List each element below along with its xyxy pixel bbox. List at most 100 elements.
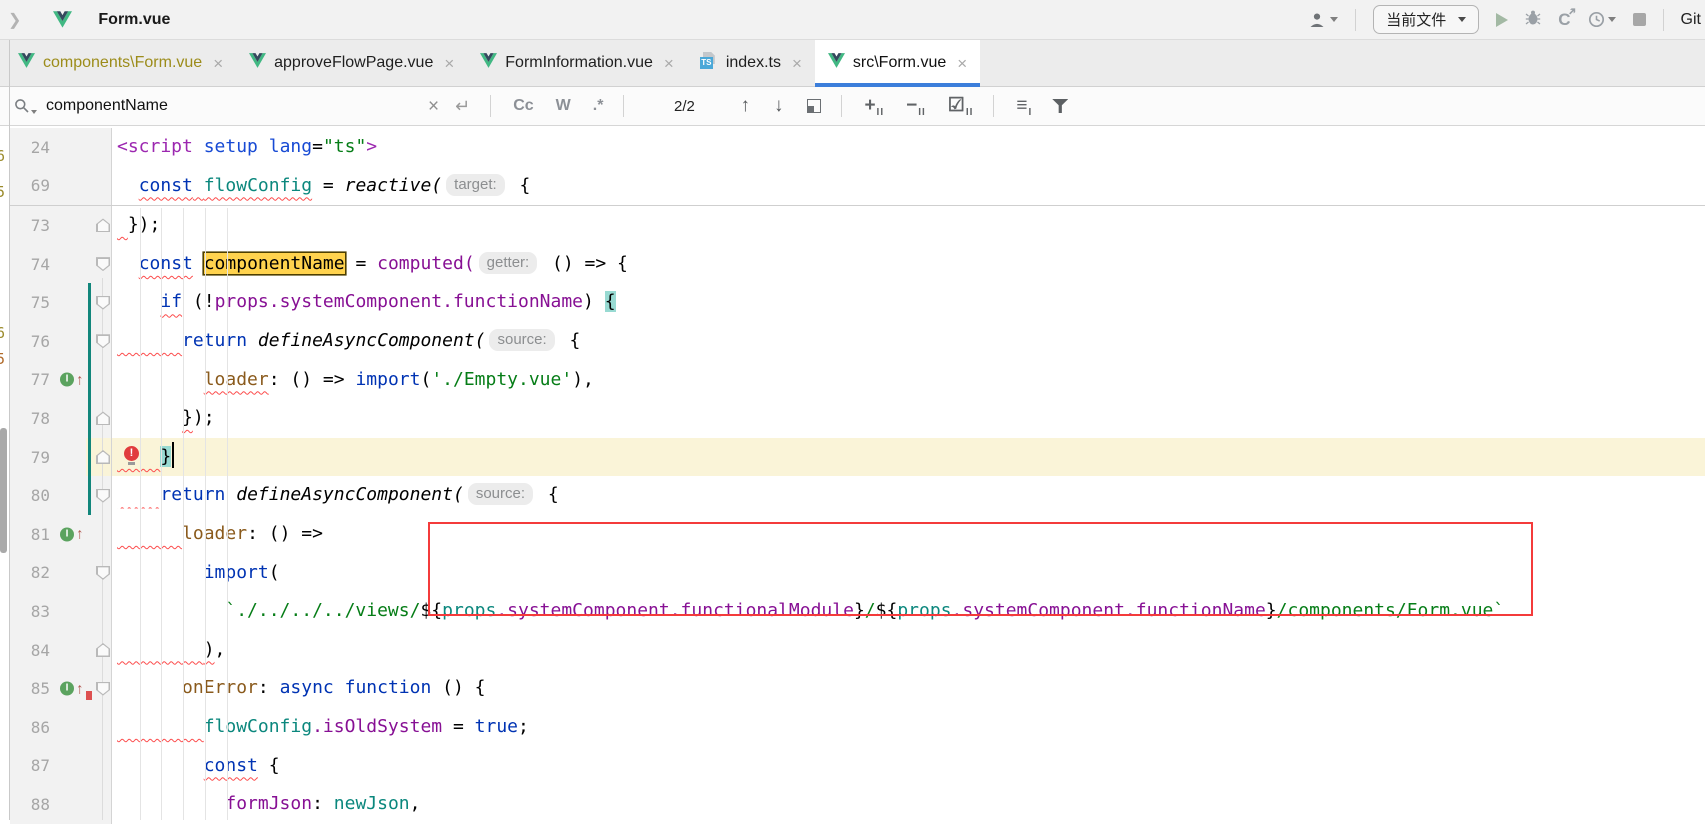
code-line-74[interactable]: 74 const componentName = computed(getter… xyxy=(10,245,1705,284)
gutter[interactable]: 75 xyxy=(10,283,112,322)
stop-icon[interactable] xyxy=(1633,13,1646,26)
override-gutter-icon[interactable]: I↑ xyxy=(60,372,84,387)
gutter[interactable]: 82 xyxy=(10,554,112,593)
regex-toggle[interactable]: .* xyxy=(593,97,604,115)
gutter[interactable]: 76 xyxy=(10,322,112,361)
line-number[interactable]: 87 xyxy=(10,756,50,775)
run-configuration-selector[interactable]: 当前文件 xyxy=(1373,5,1479,34)
code-text[interactable]: loader: () => import('./Empty.vue'), xyxy=(112,361,1705,400)
code-line-77[interactable]: 77 I↑ loader: () => import('./Empty.vue')… xyxy=(10,361,1705,400)
vcs-change-marker[interactable] xyxy=(88,322,91,361)
code-text[interactable]: `./../../../views/${props.systemComponen… xyxy=(112,592,1705,631)
code-text[interactable]: return defineAsyncComponent(source: { xyxy=(112,322,1705,361)
fold-toggle-icon[interactable] xyxy=(96,566,110,580)
close-tab-icon[interactable]: × xyxy=(664,55,674,72)
fold-toggle-icon[interactable] xyxy=(96,218,110,232)
gutter[interactable]: 69 xyxy=(10,167,112,206)
code-text[interactable]: ), xyxy=(112,631,1705,670)
breadcrumb-chevron-icon[interactable]: ❯ xyxy=(8,10,21,30)
line-number[interactable]: 73 xyxy=(10,216,50,235)
vcs-change-marker[interactable] xyxy=(88,399,91,438)
line-number[interactable]: 69 xyxy=(10,176,50,195)
fold-toggle-icon[interactable] xyxy=(96,334,110,348)
gutter[interactable]: 84 xyxy=(10,631,112,670)
clear-search-icon[interactable]: × xyxy=(428,97,439,116)
words-toggle[interactable]: W xyxy=(556,97,571,115)
close-tab-icon[interactable]: × xyxy=(444,55,454,72)
gutter[interactable]: 80 xyxy=(10,476,112,515)
tab-index-ts[interactable]: TSindex.ts× xyxy=(687,40,815,86)
fold-toggle-icon[interactable] xyxy=(96,643,110,657)
previous-match-icon[interactable]: ↑ xyxy=(740,95,750,117)
coverage-icon[interactable]: C➔ xyxy=(1558,11,1570,28)
fold-toggle-icon[interactable] xyxy=(96,296,110,310)
line-number[interactable]: 85 xyxy=(10,679,50,698)
close-tab-icon[interactable]: × xyxy=(792,55,802,72)
code-line-82[interactable]: 82 import( xyxy=(10,554,1705,593)
line-number[interactable]: 82 xyxy=(10,563,50,582)
override-gutter-icon[interactable]: I↑ xyxy=(60,527,84,542)
gutter[interactable]: 77 I↑ xyxy=(10,361,112,400)
match-case-toggle[interactable]: Cc xyxy=(513,97,533,115)
code-text[interactable]: formJson: newJson, xyxy=(112,785,1705,824)
code-line-88[interactable]: 88 formJson: newJson, xyxy=(10,785,1705,824)
multiline-search-icon[interactable]: ≡I xyxy=(1016,95,1032,118)
user-icon[interactable] xyxy=(1307,12,1338,28)
code-text[interactable]: loader: () => xyxy=(112,515,1705,554)
line-number[interactable]: 81 xyxy=(10,525,50,544)
code-line-83[interactable]: 83 `./../../../views/${props.systemCompo… xyxy=(10,592,1705,631)
code-text[interactable]: onError: async function () { xyxy=(112,669,1705,708)
line-number[interactable]: 79 xyxy=(10,448,50,467)
search-input[interactable]: componentName xyxy=(46,97,428,115)
search-filter-icon[interactable] xyxy=(1052,99,1068,113)
code-text[interactable]: <script setup lang="ts"> xyxy=(112,128,1705,167)
newline-icon[interactable]: ↵ xyxy=(455,96,470,117)
vcs-change-marker[interactable] xyxy=(88,476,91,515)
line-number[interactable]: 78 xyxy=(10,409,50,428)
next-match-icon[interactable]: ↓ xyxy=(774,95,784,117)
select-all-occurrences-icon[interactable]: ☑II xyxy=(948,94,974,118)
code-text[interactable]: if (!props.systemComponent.functionName)… xyxy=(112,283,1705,322)
left-scrollbar-thumb[interactable] xyxy=(0,428,7,553)
add-occurrence-icon[interactable]: +II xyxy=(864,95,884,118)
gutter[interactable]: 74 xyxy=(10,245,112,284)
debug-icon[interactable] xyxy=(1525,9,1541,31)
code-text[interactable]: return defineAsyncComponent(source: { xyxy=(112,476,1705,515)
gutter[interactable]: 73 xyxy=(10,206,112,245)
fold-toggle-icon[interactable] xyxy=(96,450,110,464)
tab-approveflowpage-vue[interactable]: approveFlowPage.vue× xyxy=(236,40,467,86)
tab-src-form-vue[interactable]: src\Form.vue× xyxy=(815,40,980,86)
vcs-change-marker[interactable] xyxy=(88,361,91,400)
code-text[interactable]: import( xyxy=(112,554,1705,593)
gutter[interactable]: 88 xyxy=(10,785,112,824)
fold-toggle-icon[interactable] xyxy=(96,257,110,271)
git-menu[interactable]: Git xyxy=(1681,11,1701,29)
code-line-85[interactable]: 85I↑ onError: async function () { xyxy=(10,669,1705,708)
line-number[interactable]: 24 xyxy=(10,138,50,157)
gutter[interactable]: 85I↑ xyxy=(10,669,112,708)
gutter[interactable]: 87 xyxy=(10,747,112,786)
code-line-84[interactable]: 84 ), xyxy=(10,631,1705,670)
line-number[interactable]: 74 xyxy=(10,255,50,274)
code-line-76[interactable]: 76 return defineAsyncComponent(source: { xyxy=(10,322,1705,361)
code-text[interactable]: const flowConfig = reactive(target: { xyxy=(112,167,1705,206)
code-line-78[interactable]: 78 }); xyxy=(10,399,1705,438)
gutter[interactable]: 86 xyxy=(10,708,112,747)
remove-occurrence-icon[interactable]: −II xyxy=(906,95,926,118)
code-line-80[interactable]: 80 return defineAsyncComponent(source: { xyxy=(10,476,1705,515)
code-line-73[interactable]: 73 }); xyxy=(10,206,1705,245)
line-number[interactable]: 75 xyxy=(10,293,50,312)
gutter[interactable]: 83 xyxy=(10,592,112,631)
error-intention-icon[interactable]: ! xyxy=(124,446,139,461)
code-text[interactable]: flowConfig.isOldSystem = true; xyxy=(112,708,1705,747)
gutter[interactable]: 78 xyxy=(10,399,112,438)
tab-forminformation-vue[interactable]: FormInformation.vue× xyxy=(467,40,687,86)
code-text[interactable]: ! } xyxy=(112,438,1705,477)
line-number[interactable]: 77 xyxy=(10,370,50,389)
vcs-change-marker[interactable] xyxy=(88,283,91,322)
fold-toggle-icon[interactable] xyxy=(96,411,110,425)
line-number[interactable]: 84 xyxy=(10,641,50,660)
code-line-86[interactable]: 86 flowConfig.isOldSystem = true; xyxy=(10,708,1705,747)
close-tab-icon[interactable]: × xyxy=(957,55,967,72)
vcs-change-marker[interactable] xyxy=(88,438,91,477)
